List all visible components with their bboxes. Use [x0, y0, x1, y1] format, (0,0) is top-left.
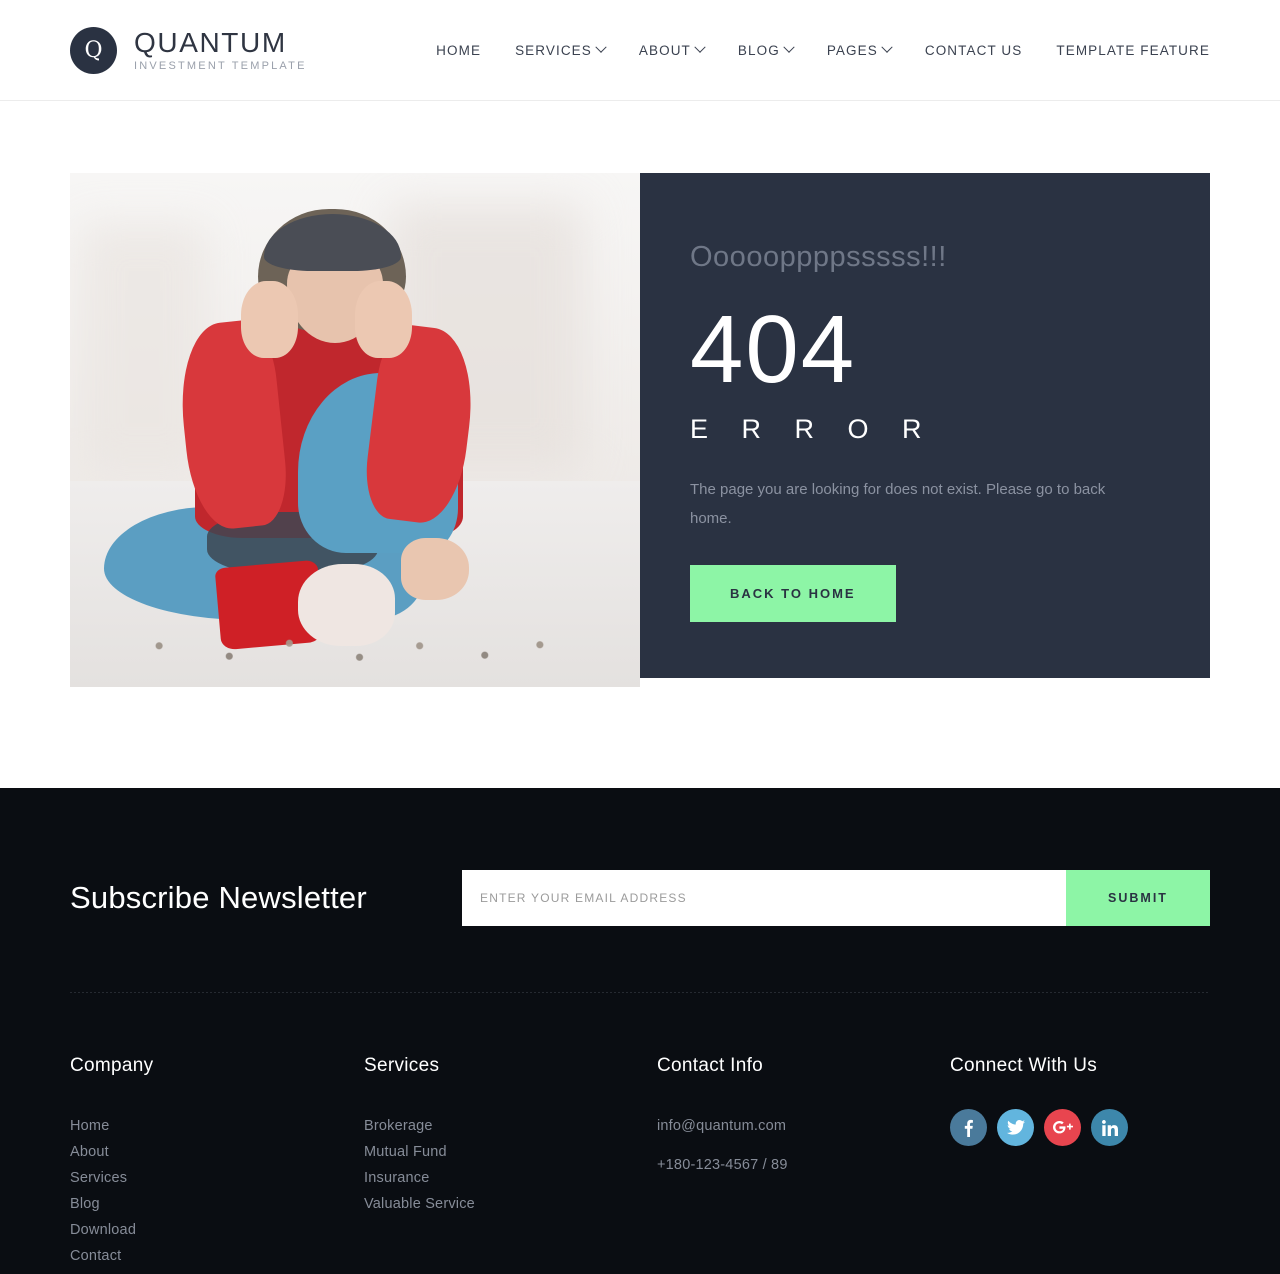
chevron-down-icon: [881, 41, 893, 53]
photo-left-hand: [241, 280, 298, 359]
social-links: [950, 1109, 1210, 1146]
footer-contact-email[interactable]: info@quantum.com: [657, 1113, 950, 1139]
site-header: Q QUANTUM INVESTMENT TEMPLATE HOME SERVI…: [0, 0, 1280, 101]
brand-tagline: INVESTMENT TEMPLATE: [134, 60, 307, 73]
nav-label: ABOUT: [638, 42, 691, 58]
back-to-home-button[interactable]: BACK TO HOME: [690, 565, 896, 623]
chevron-down-icon: [595, 41, 607, 53]
nav-label: SERVICES: [515, 42, 592, 58]
newsletter-email-input[interactable]: [462, 870, 1066, 926]
main-navigation: HOME SERVICES ABOUT BLOG PAGES CONTACT U…: [419, 41, 1210, 58]
photo-foot: [400, 537, 469, 600]
footer-column-title: Connect With Us: [950, 1055, 1098, 1076]
footer-link-blog[interactable]: Blog: [70, 1191, 364, 1217]
footer-link-mutual-fund[interactable]: Mutual Fund: [364, 1139, 657, 1165]
photo-coins: [98, 625, 601, 677]
footer-link-home[interactable]: Home: [70, 1113, 364, 1139]
footer-column-company: Company Home About Services Blog Downloa…: [70, 1055, 364, 1269]
footer-link-services[interactable]: Services: [70, 1165, 364, 1191]
linkedin-icon[interactable]: [1091, 1109, 1128, 1146]
footer-link-contact[interactable]: Contact: [70, 1243, 364, 1269]
error-oops-text: Oooooppppsssss!!!: [690, 241, 947, 273]
nav-label: TEMPLATE FEATURE: [1056, 42, 1210, 58]
footer-link-brokerage[interactable]: Brokerage: [364, 1113, 657, 1139]
newsletter-title: Subscribe Newsletter: [70, 880, 367, 915]
twitter-icon[interactable]: [997, 1109, 1034, 1146]
footer-column-connect: Connect With Us: [950, 1055, 1210, 1269]
facebook-icon[interactable]: [950, 1109, 987, 1146]
nav-item-template-feature[interactable]: TEMPLATE FEATURE: [1039, 43, 1210, 58]
error-illustration-image: [70, 173, 640, 687]
footer-column-contact-info: Contact Info info@quantum.com +180-123-4…: [657, 1055, 950, 1269]
photo-right-hand: [355, 280, 412, 359]
nav-label: BLOG: [737, 42, 780, 58]
footer-column-title: Company: [70, 1055, 154, 1076]
chevron-down-icon: [694, 41, 706, 53]
error-word: E R R O R: [690, 413, 935, 444]
footer-link-download[interactable]: Download: [70, 1217, 364, 1243]
newsletter-submit-button[interactable]: SUBMIT: [1066, 870, 1210, 926]
nav-item-pages[interactable]: PAGES: [810, 41, 908, 58]
brand-logo[interactable]: Q QUANTUM INVESTMENT TEMPLATE: [70, 26, 307, 74]
brand-name: QUANTUM: [134, 26, 287, 58]
footer-contact-phone[interactable]: +180-123-4567 / 89: [657, 1152, 950, 1178]
nav-item-services[interactable]: SERVICES: [498, 41, 622, 58]
nav-item-about[interactable]: ABOUT: [622, 41, 721, 58]
footer-link-valuable-service[interactable]: Valuable Service: [364, 1191, 657, 1217]
logo-mark-icon: Q: [70, 26, 117, 74]
brand-text: QUANTUM INVESTMENT TEMPLATE: [134, 26, 307, 73]
nav-item-home[interactable]: HOME: [419, 43, 498, 58]
site-footer: Subscribe Newsletter SUBMIT Company Home…: [0, 788, 1280, 1274]
nav-label: HOME: [436, 42, 482, 58]
footer-column-title: Contact Info: [657, 1055, 764, 1076]
google-plus-icon[interactable]: [1044, 1109, 1081, 1146]
newsletter-section: Subscribe Newsletter SUBMIT: [70, 788, 1210, 926]
nav-item-contact-us[interactable]: CONTACT US: [908, 43, 1040, 58]
error-code: 404: [690, 296, 857, 403]
chevron-down-icon: [783, 41, 795, 53]
error-404-section: Oooooppppsssss!!! 404 E R R O R The page…: [0, 101, 1280, 788]
nav-label: PAGES: [826, 42, 878, 58]
footer-columns: Company Home About Services Blog Downloa…: [70, 993, 1210, 1269]
error-message-panel: Oooooppppsssss!!! 404 E R R O R The page…: [640, 173, 1210, 678]
nav-label: CONTACT US: [924, 42, 1023, 58]
footer-column-title: Services: [364, 1055, 440, 1076]
footer-column-services: Services Brokerage Mutual Fund Insurance…: [364, 1055, 657, 1269]
footer-link-about[interactable]: About: [70, 1139, 364, 1165]
nav-item-blog[interactable]: BLOG: [721, 41, 810, 58]
error-description: The page you are looking for does not ex…: [690, 480, 1106, 527]
footer-link-insurance[interactable]: Insurance: [364, 1165, 657, 1191]
newsletter-form: SUBMIT: [462, 870, 1210, 926]
